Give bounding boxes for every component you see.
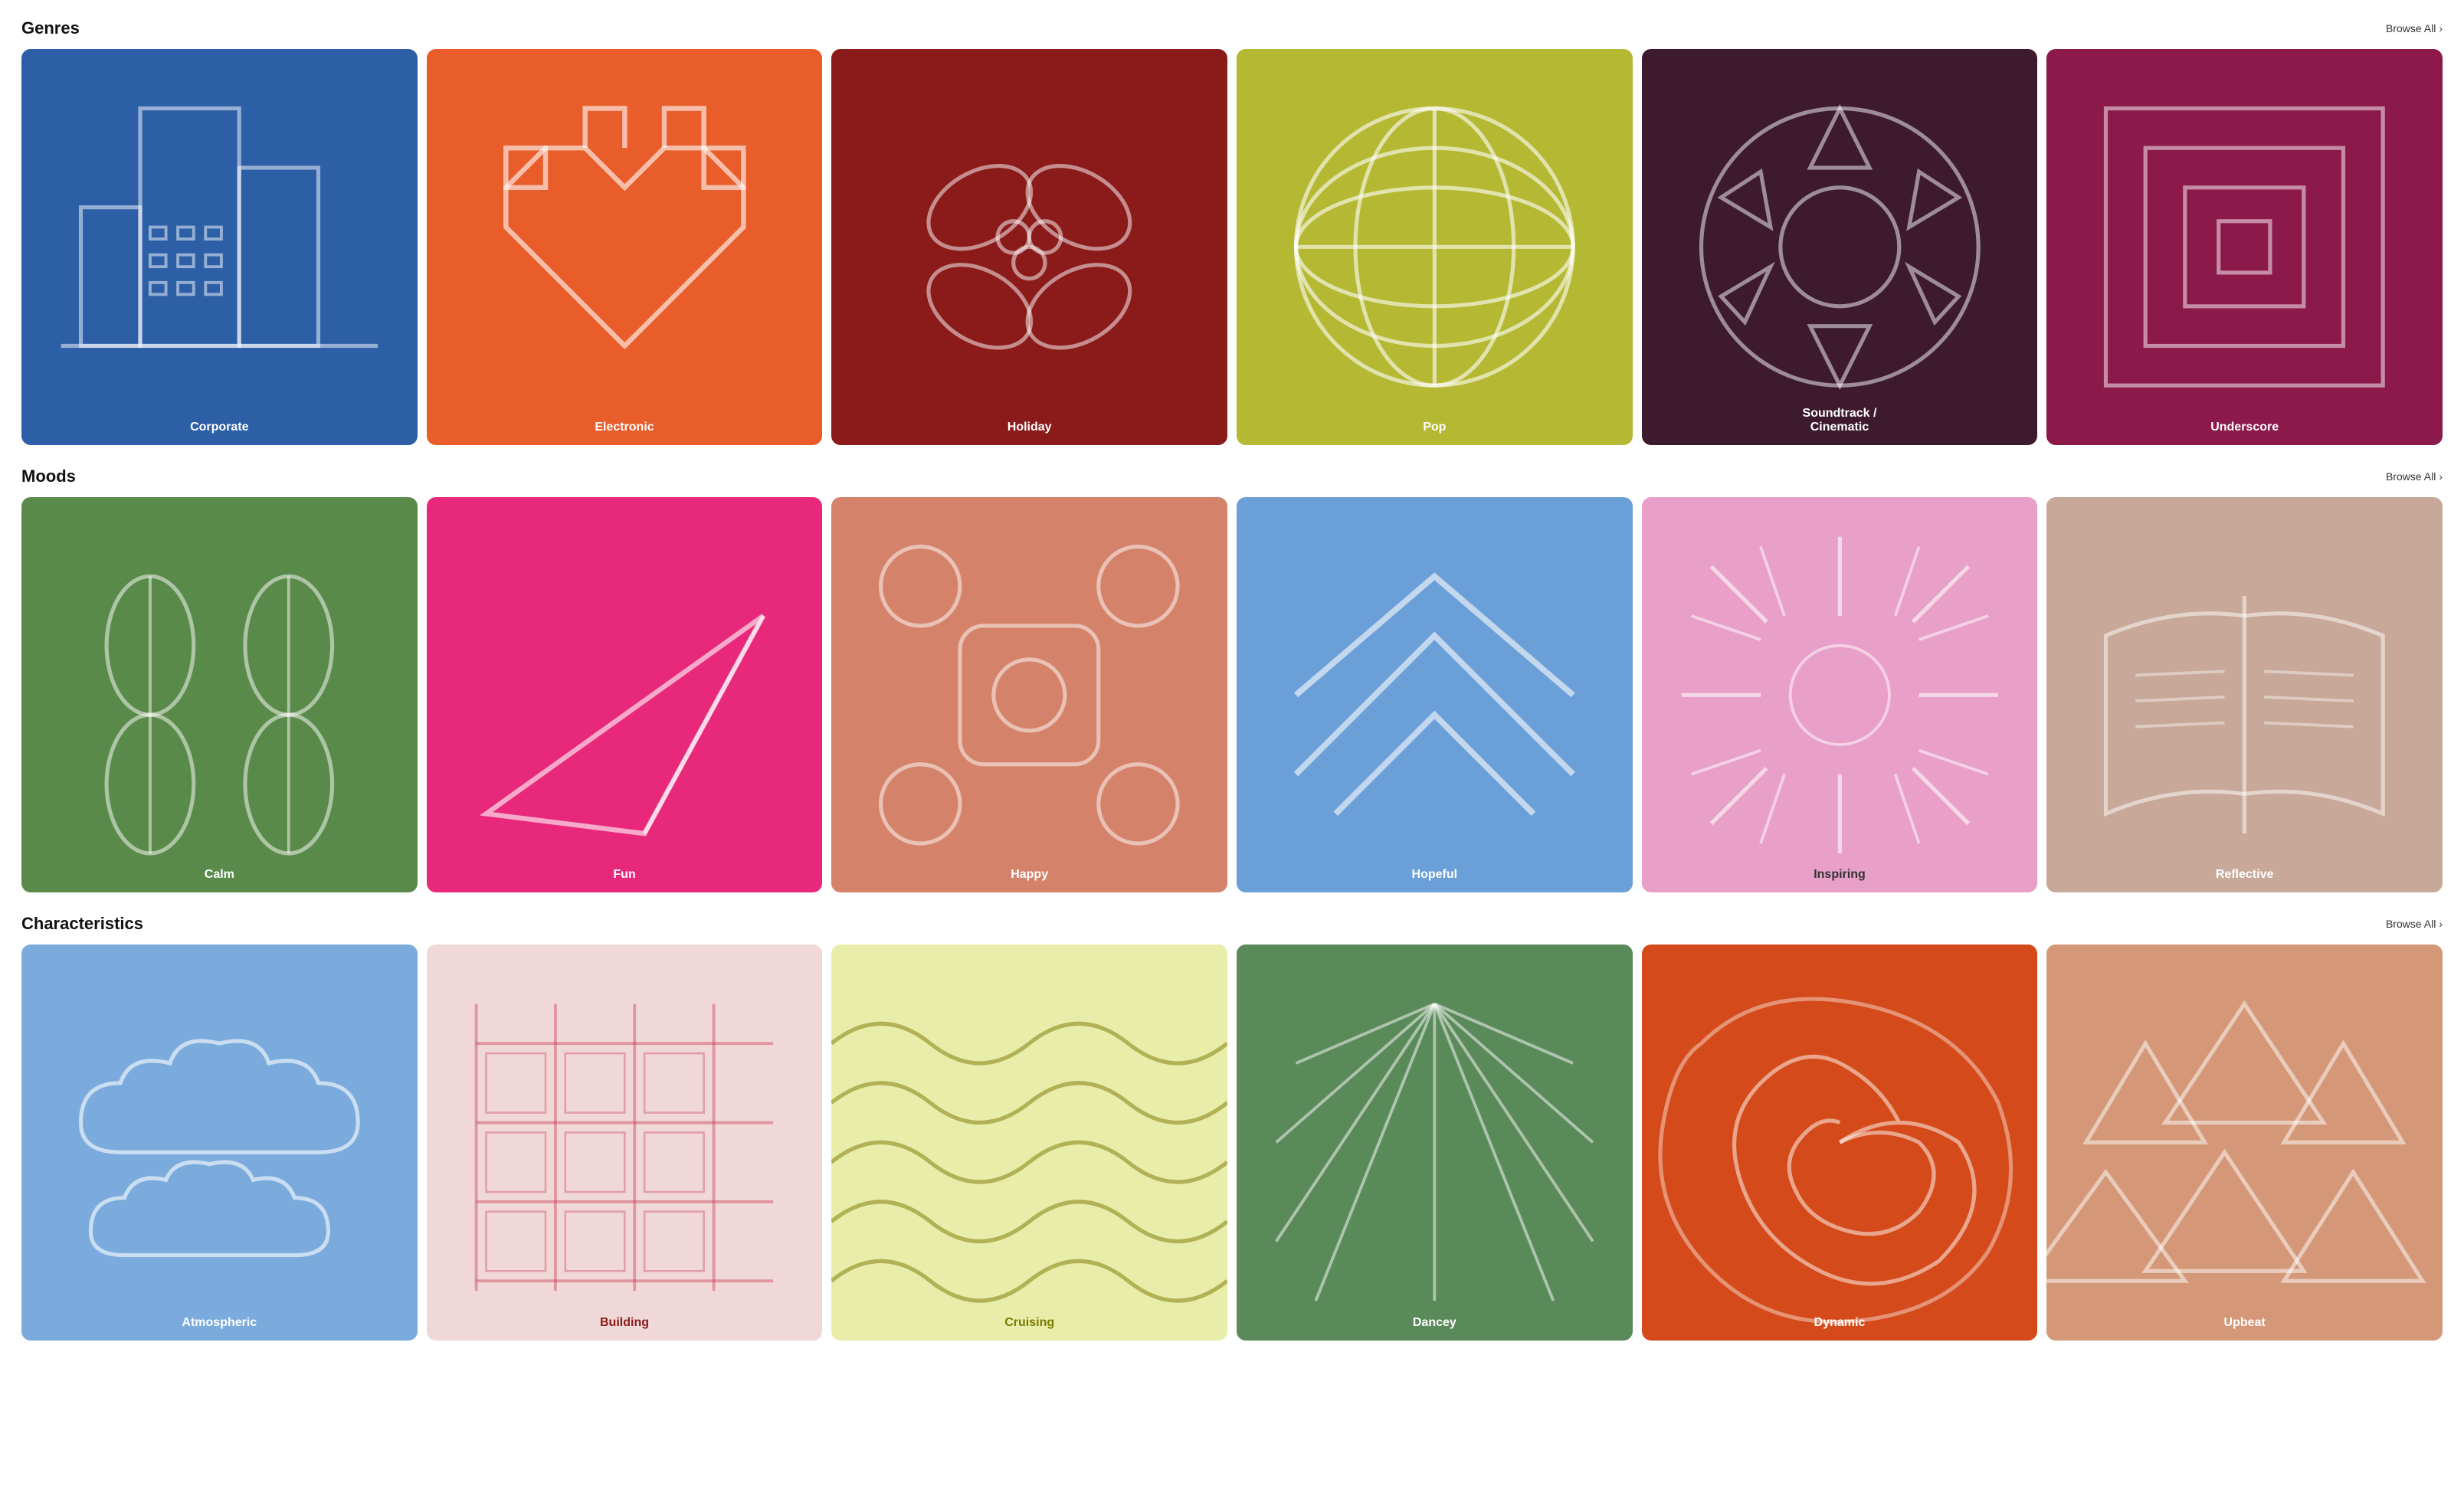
genre-label-electronic: Electronic	[427, 421, 823, 445]
mood-label-happy: Happy	[831, 868, 1227, 892]
characteristics-grid: Atmospheric	[21, 945, 2443, 1341]
genre-card-holiday[interactable]: Holiday	[831, 49, 1227, 445]
genres-title: Genres	[21, 18, 80, 38]
moods-header: Moods Browse All ›	[21, 467, 2443, 486]
characteristic-label-dynamic: Dynamic	[1642, 1316, 2038, 1341]
characteristic-label-atmospheric: Atmospheric	[21, 1316, 418, 1341]
characteristic-card-upbeat[interactable]: Upbeat	[2046, 945, 2443, 1341]
characteristic-card-atmospheric[interactable]: Atmospheric	[21, 945, 418, 1341]
genre-label-soundtrack: Soundtrack / Cinematic	[1642, 407, 2038, 445]
mood-card-happy[interactable]: Happy	[831, 497, 1227, 893]
genres-browse-all[interactable]: Browse All ›	[2386, 22, 2443, 34]
mood-card-fun[interactable]: Fun	[427, 497, 823, 893]
genre-card-soundtrack[interactable]: Soundtrack / Cinematic	[1642, 49, 2038, 445]
genre-card-pop[interactable]: Pop	[1237, 49, 1633, 445]
characteristics-title: Characteristics	[21, 914, 143, 934]
characteristic-label-cruising: Cruising	[831, 1316, 1227, 1341]
mood-label-hopeful: Hopeful	[1237, 868, 1633, 892]
characteristics-section: Characteristics Browse All › Atmospheric	[21, 914, 2443, 1341]
genre-label-underscore: Underscore	[2046, 421, 2443, 445]
mood-card-inspiring[interactable]: Inspiring	[1642, 497, 2038, 893]
characteristics-header: Characteristics Browse All ›	[21, 914, 2443, 934]
characteristics-browse-all[interactable]: Browse All ›	[2386, 918, 2443, 930]
genre-card-underscore[interactable]: Underscore	[2046, 49, 2443, 445]
characteristic-card-building[interactable]: Building	[427, 945, 823, 1341]
genre-label-pop: Pop	[1237, 421, 1633, 445]
characteristic-label-upbeat: Upbeat	[2046, 1316, 2443, 1341]
mood-label-reflective: Reflective	[2046, 868, 2443, 892]
genres-header: Genres Browse All ›	[21, 18, 2443, 38]
mood-label-inspiring: Inspiring	[1642, 868, 2038, 892]
mood-card-calm[interactable]: Calm	[21, 497, 418, 893]
moods-grid: Calm Fun Happy	[21, 497, 2443, 893]
characteristic-card-dynamic[interactable]: Dynamic	[1642, 945, 2038, 1341]
genres-grid: Corporate Electronic	[21, 49, 2443, 445]
moods-title: Moods	[21, 467, 76, 486]
genre-card-electronic[interactable]: Electronic	[427, 49, 823, 445]
mood-card-reflective[interactable]: Reflective	[2046, 497, 2443, 893]
genres-section: Genres Browse All › Corp	[21, 18, 2443, 445]
characteristic-card-dancey[interactable]: Dancey	[1237, 945, 1633, 1341]
mood-label-calm: Calm	[21, 868, 418, 892]
moods-browse-all[interactable]: Browse All ›	[2386, 470, 2443, 483]
genre-label-corporate: Corporate	[21, 421, 418, 445]
characteristic-card-cruising[interactable]: Cruising	[831, 945, 1227, 1341]
mood-card-hopeful[interactable]: Hopeful	[1237, 497, 1633, 893]
characteristic-label-building: Building	[427, 1316, 823, 1341]
mood-label-fun: Fun	[427, 868, 823, 892]
genre-label-holiday: Holiday	[831, 421, 1227, 445]
characteristic-label-dancey: Dancey	[1237, 1316, 1633, 1341]
moods-section: Moods Browse All › Calm	[21, 467, 2443, 893]
genre-card-corporate[interactable]: Corporate	[21, 49, 418, 445]
